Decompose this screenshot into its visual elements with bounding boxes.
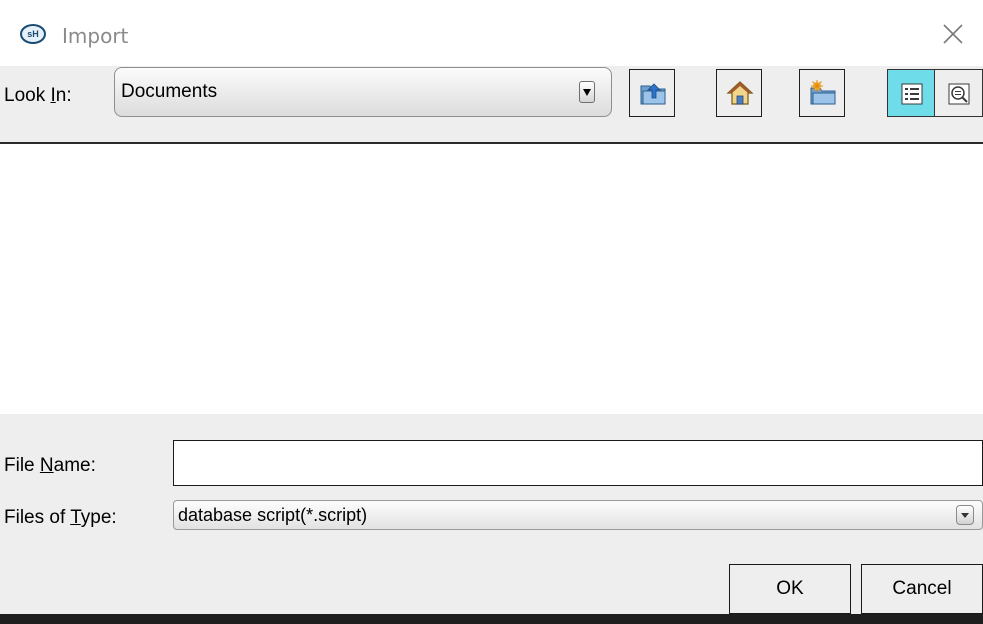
details-view-toggle[interactable] [935, 69, 983, 117]
new-folder-button[interactable] [799, 69, 845, 117]
import-dialog: sH Import Look In: Documents File Name: … [0, 0, 983, 624]
files-of-type-combobox[interactable]: database script(*.script) [173, 500, 983, 530]
chevron-down-icon[interactable] [956, 505, 974, 525]
home-icon [726, 81, 754, 105]
up-one-level-icon [640, 83, 666, 105]
close-button[interactable] [937, 18, 969, 50]
files-of-type-value: database script(*.script) [178, 505, 368, 525]
up-one-level-button[interactable] [629, 69, 675, 117]
file-name-input[interactable] [173, 440, 983, 486]
list-view-icon [901, 83, 923, 105]
chevron-down-icon[interactable] [579, 81, 595, 103]
look-in-combobox[interactable]: Documents [114, 67, 612, 117]
cancel-button[interactable]: Cancel [861, 564, 983, 614]
bottom-edge [0, 614, 983, 624]
title-bar: sH Import [0, 0, 983, 66]
ok-button[interactable]: OK [729, 564, 851, 614]
home-button[interactable] [716, 69, 762, 117]
file-name-label: File Name: [4, 455, 96, 476]
window-title: Import [62, 24, 129, 48]
close-icon [943, 24, 963, 44]
list-view-toggle[interactable] [887, 69, 935, 117]
file-list[interactable] [0, 142, 983, 414]
app-icon: sH [20, 24, 46, 44]
look-in-value: Documents [121, 81, 218, 102]
files-of-type-label: Files of Type: [4, 507, 117, 528]
toolbar: Look In: Documents [0, 66, 983, 142]
new-folder-icon [810, 80, 836, 105]
details-view-icon [948, 83, 970, 105]
look-in-label: Look In: [4, 85, 72, 106]
